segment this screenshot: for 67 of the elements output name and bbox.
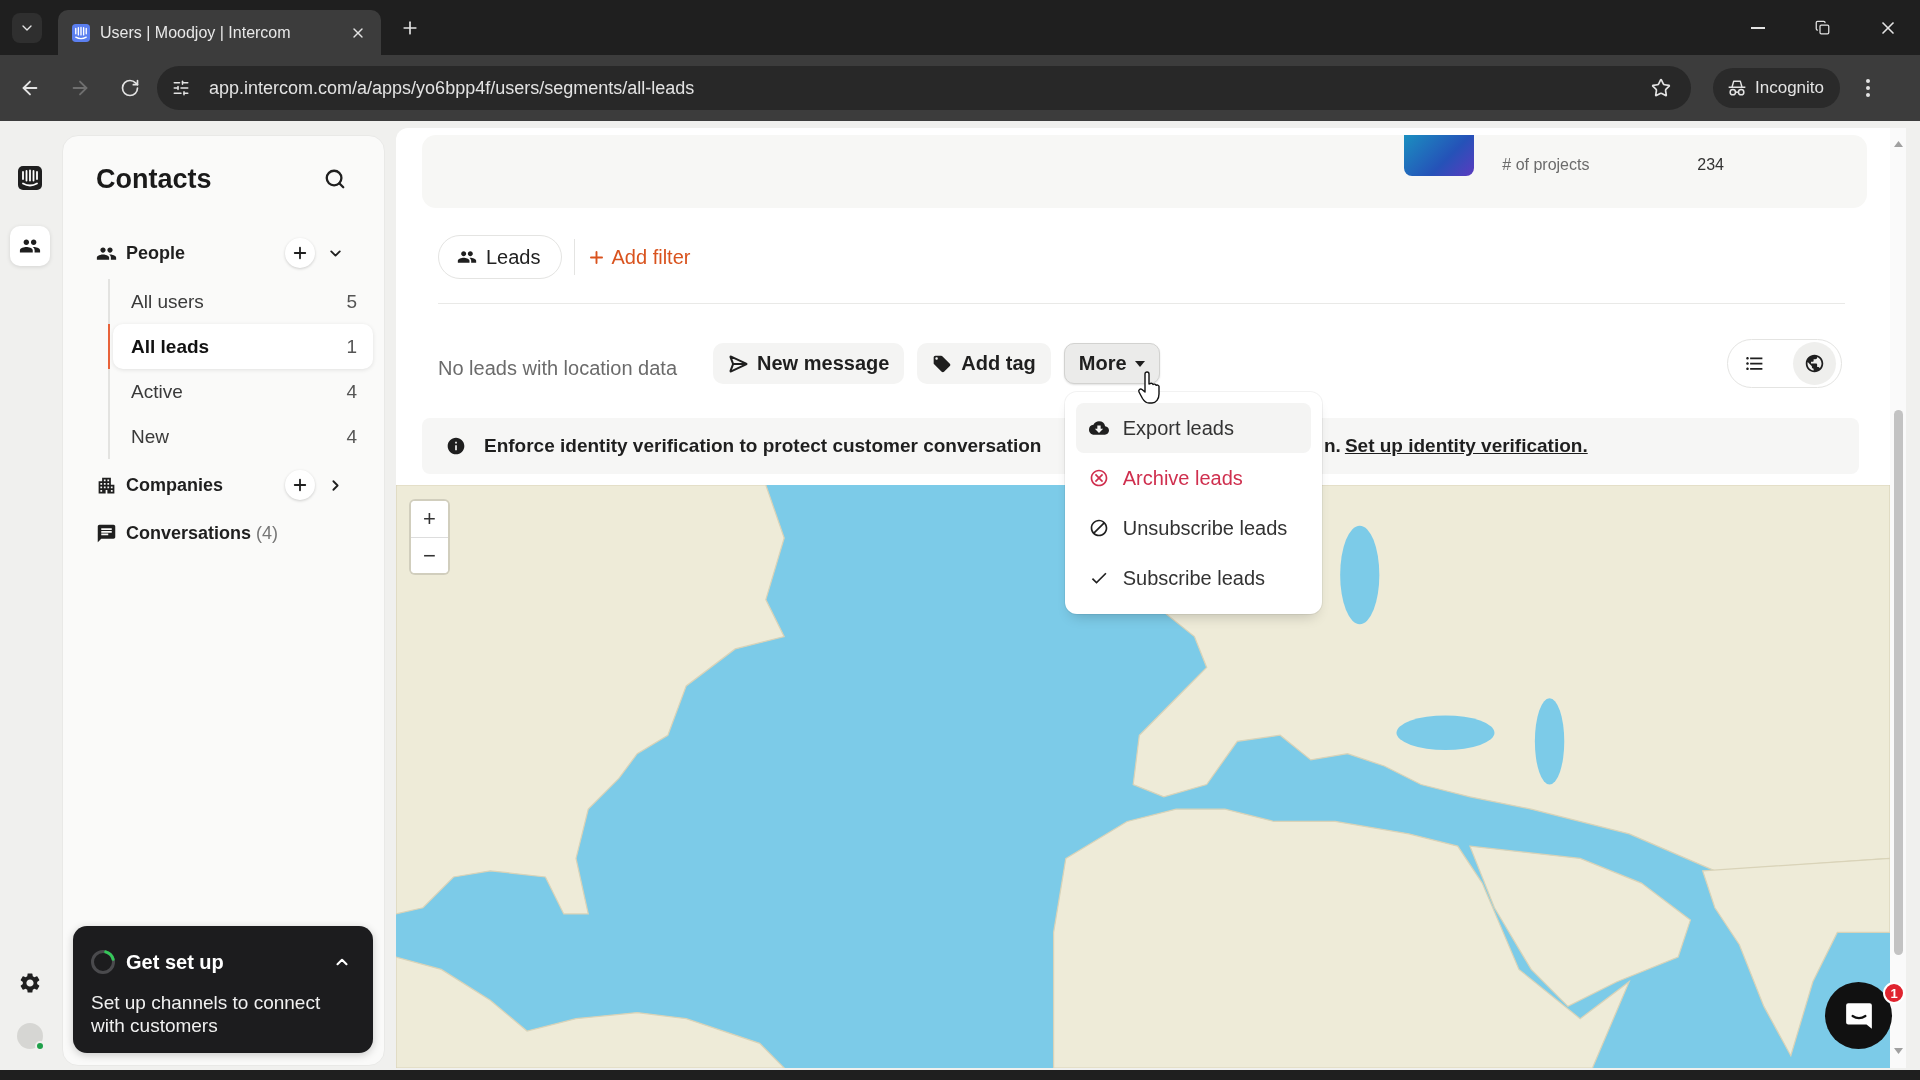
menu-item[interactable]: Subscribe leads [1075,553,1311,603]
incognito-button[interactable]: Incognito [1713,68,1840,108]
identity-verification-link[interactable]: Set up identity verification. [1344,435,1588,457]
status-text: No leads with location data [438,356,678,380]
block-icon [1088,518,1109,538]
tune-icon [172,79,190,97]
stat-value: 234 [1697,155,1724,174]
section-label[interactable]: Companies [126,474,224,496]
segment-count: 1 [346,335,357,358]
section-count: (4) [256,522,279,544]
add-tag-button[interactable]: Add tag [917,343,1051,384]
star-icon [1651,78,1671,98]
tab-title: Users | Moodjoy | Intercom [100,23,292,42]
add-button[interactable] [285,470,315,500]
add-filter-button[interactable]: Add filter [586,245,691,269]
url-text: app.intercom.com/a/apps/yo6bpp4f/users/segments/all-leads [209,77,696,99]
segment-filter-button[interactable]: Leads [438,235,562,279]
banner-text: Enforce identity verification to protect customer conversation [484,435,1042,457]
add-button[interactable] [285,238,315,268]
setup-card-title: Get set up [126,950,225,974]
menu-item[interactable]: Export leads [1075,403,1311,453]
caret-down-icon [1134,360,1145,367]
menu-item[interactable]: Unsubscribe leads [1075,503,1311,553]
setup-card-text: Set up channels to connect with customers [91,991,322,1037]
send-icon [728,353,749,374]
browser-tab[interactable]: Users | Moodjoy | Intercom [58,10,381,55]
segment-count: 4 [346,425,357,448]
favicon-icon [72,23,90,42]
new-message-button[interactable]: New message [713,343,905,384]
restore-icon [1815,20,1830,35]
zoom-out-button[interactable]: − [411,537,448,573]
reload-icon [120,78,140,98]
minimize-icon [1750,26,1765,29]
segment-count: 4 [346,380,357,403]
globe-icon [1804,353,1825,374]
search-icon [324,168,346,190]
chat-bubble-icon [1843,1000,1874,1031]
banner-text-end: n. [1324,435,1341,457]
map-view-button[interactable] [1793,342,1836,385]
segment-item[interactable]: All users 5 [113,279,373,324]
incognito-icon [1727,78,1747,98]
scrollbar-thumb[interactable] [1893,410,1903,955]
plus-icon [291,244,309,262]
settings-icon[interactable] [18,971,42,995]
plus-icon [291,476,309,494]
chat-icon [96,522,117,544]
more-button[interactable]: More [1063,343,1160,384]
rail-nav-button[interactable] [10,226,50,266]
kebab-menu-icon [1866,79,1870,97]
segment-item[interactable]: New 4 [113,414,373,459]
segment-item[interactable]: Active 4 [113,369,373,414]
app-logo-icon [18,166,42,190]
sidebar-title: Contacts [96,163,212,195]
tag-icon [932,353,953,374]
circle-x-icon [1088,468,1109,488]
avatar-circle[interactable] [17,1023,43,1049]
spinner-icon [91,950,115,974]
photo-placeholder [1404,135,1475,176]
section-label[interactable]: People [126,242,186,264]
tab-search-button[interactable] [12,12,42,43]
info-icon [446,436,466,456]
section-label[interactable]: Conversations [126,522,252,544]
segment-count: 5 [346,290,357,313]
menu-item[interactable]: Archive leads [1075,453,1311,503]
cloud-download-icon [1088,418,1109,438]
address-bar[interactable]: app.intercom.com/a/apps/yo6bpp4f/users/segments/all-leads [157,66,1691,110]
stat-label: # of projects [1502,155,1591,174]
